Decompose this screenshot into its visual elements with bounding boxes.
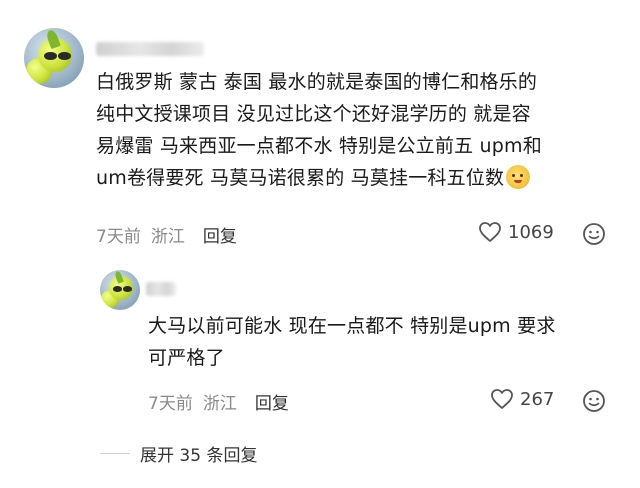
comment-location: 浙江 — [150, 227, 185, 247]
comment-body: 白俄罗斯 蒙古 泰国 最水的就是泰国的博仁和格乐的 纯中文授课项目 没见过比这个… — [96, 66, 626, 194]
reply-avatar[interactable] — [100, 270, 140, 310]
comment-line: 易爆雷 马来西亚一点都不水 特别是公立前五 upm和 — [96, 135, 542, 157]
comment-line: 纯中文授课项目 没见过比这个还好混学历的 就是容 — [96, 103, 531, 125]
heart-icon — [491, 389, 513, 409]
reply-button[interactable]: 回复 — [203, 222, 237, 247]
reply-username-redacted[interactable] — [146, 282, 176, 296]
sticker-icon — [506, 165, 531, 189]
emoji-face-icon[interactable] — [582, 389, 606, 413]
comment-line: 白俄罗斯 蒙古 泰国 最水的就是泰国的博仁和格乐的 — [96, 71, 538, 93]
divider-line — [100, 453, 130, 454]
expand-replies-label: 展开 35 条回复 — [140, 446, 258, 466]
like-count: 1069 — [508, 221, 554, 243]
comment-line-text: um卷得要死 马莫马诺很累的 马莫挂一科五位数 — [96, 167, 505, 189]
reply-line: 可严格了 — [148, 347, 225, 369]
reply-line: 大马以前可能水 现在一点都不 特别是upm 要求 — [148, 315, 556, 337]
reply-time: 7天前 — [148, 394, 193, 414]
reply-meta: 7天前 浙江 回复 — [148, 389, 289, 414]
like-button[interactable]: 1069 — [478, 221, 554, 243]
reply-reply-button[interactable]: 回复 — [255, 389, 289, 414]
emoji-face-icon[interactable] — [582, 222, 606, 246]
reply-like-button[interactable]: 267 — [490, 388, 554, 410]
comment-meta: 7天前 浙江 回复 — [96, 222, 237, 247]
heart-icon — [479, 222, 501, 242]
comment-line: um卷得要死 马莫马诺很累的 马莫挂一科五位数 — [96, 162, 626, 194]
reply-location: 浙江 — [202, 394, 237, 414]
avatar[interactable] — [24, 28, 84, 88]
expand-replies-button[interactable]: 展开 35 条回复 — [100, 441, 257, 466]
username-redacted[interactable] — [96, 42, 204, 56]
reply-body: 大马以前可能水 现在一点都不 特别是upm 要求 可严格了 — [148, 310, 628, 374]
comment-time: 7天前 — [96, 227, 141, 247]
reply-like-count: 267 — [520, 388, 555, 410]
